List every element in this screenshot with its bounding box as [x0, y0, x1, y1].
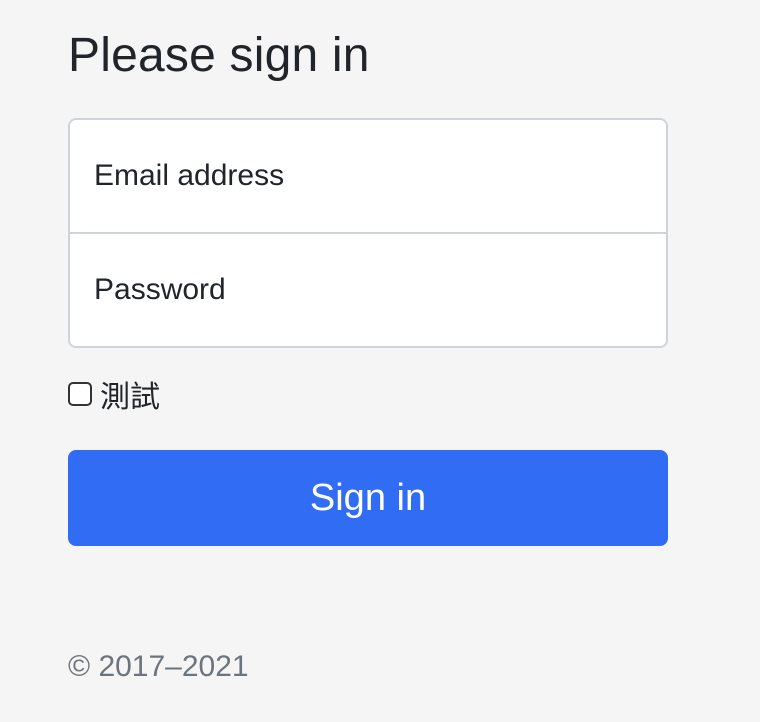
email-field-container	[70, 120, 666, 232]
credentials-group	[68, 118, 668, 348]
test-checkbox[interactable]	[68, 382, 92, 406]
password-field[interactable]	[94, 273, 654, 307]
password-field-container	[70, 232, 666, 346]
copyright-footer: © 2017–2021	[68, 650, 249, 683]
page-title: Please sign in	[68, 29, 370, 82]
sign-in-button[interactable]: Sign in	[68, 450, 668, 546]
checkbox-row: 測試	[68, 376, 668, 415]
checkbox-label: 測試	[100, 380, 160, 415]
sign-in-form: Please sign in 測試 Sign in © 2017–2021	[68, 24, 668, 684]
email-field[interactable]	[94, 159, 654, 193]
